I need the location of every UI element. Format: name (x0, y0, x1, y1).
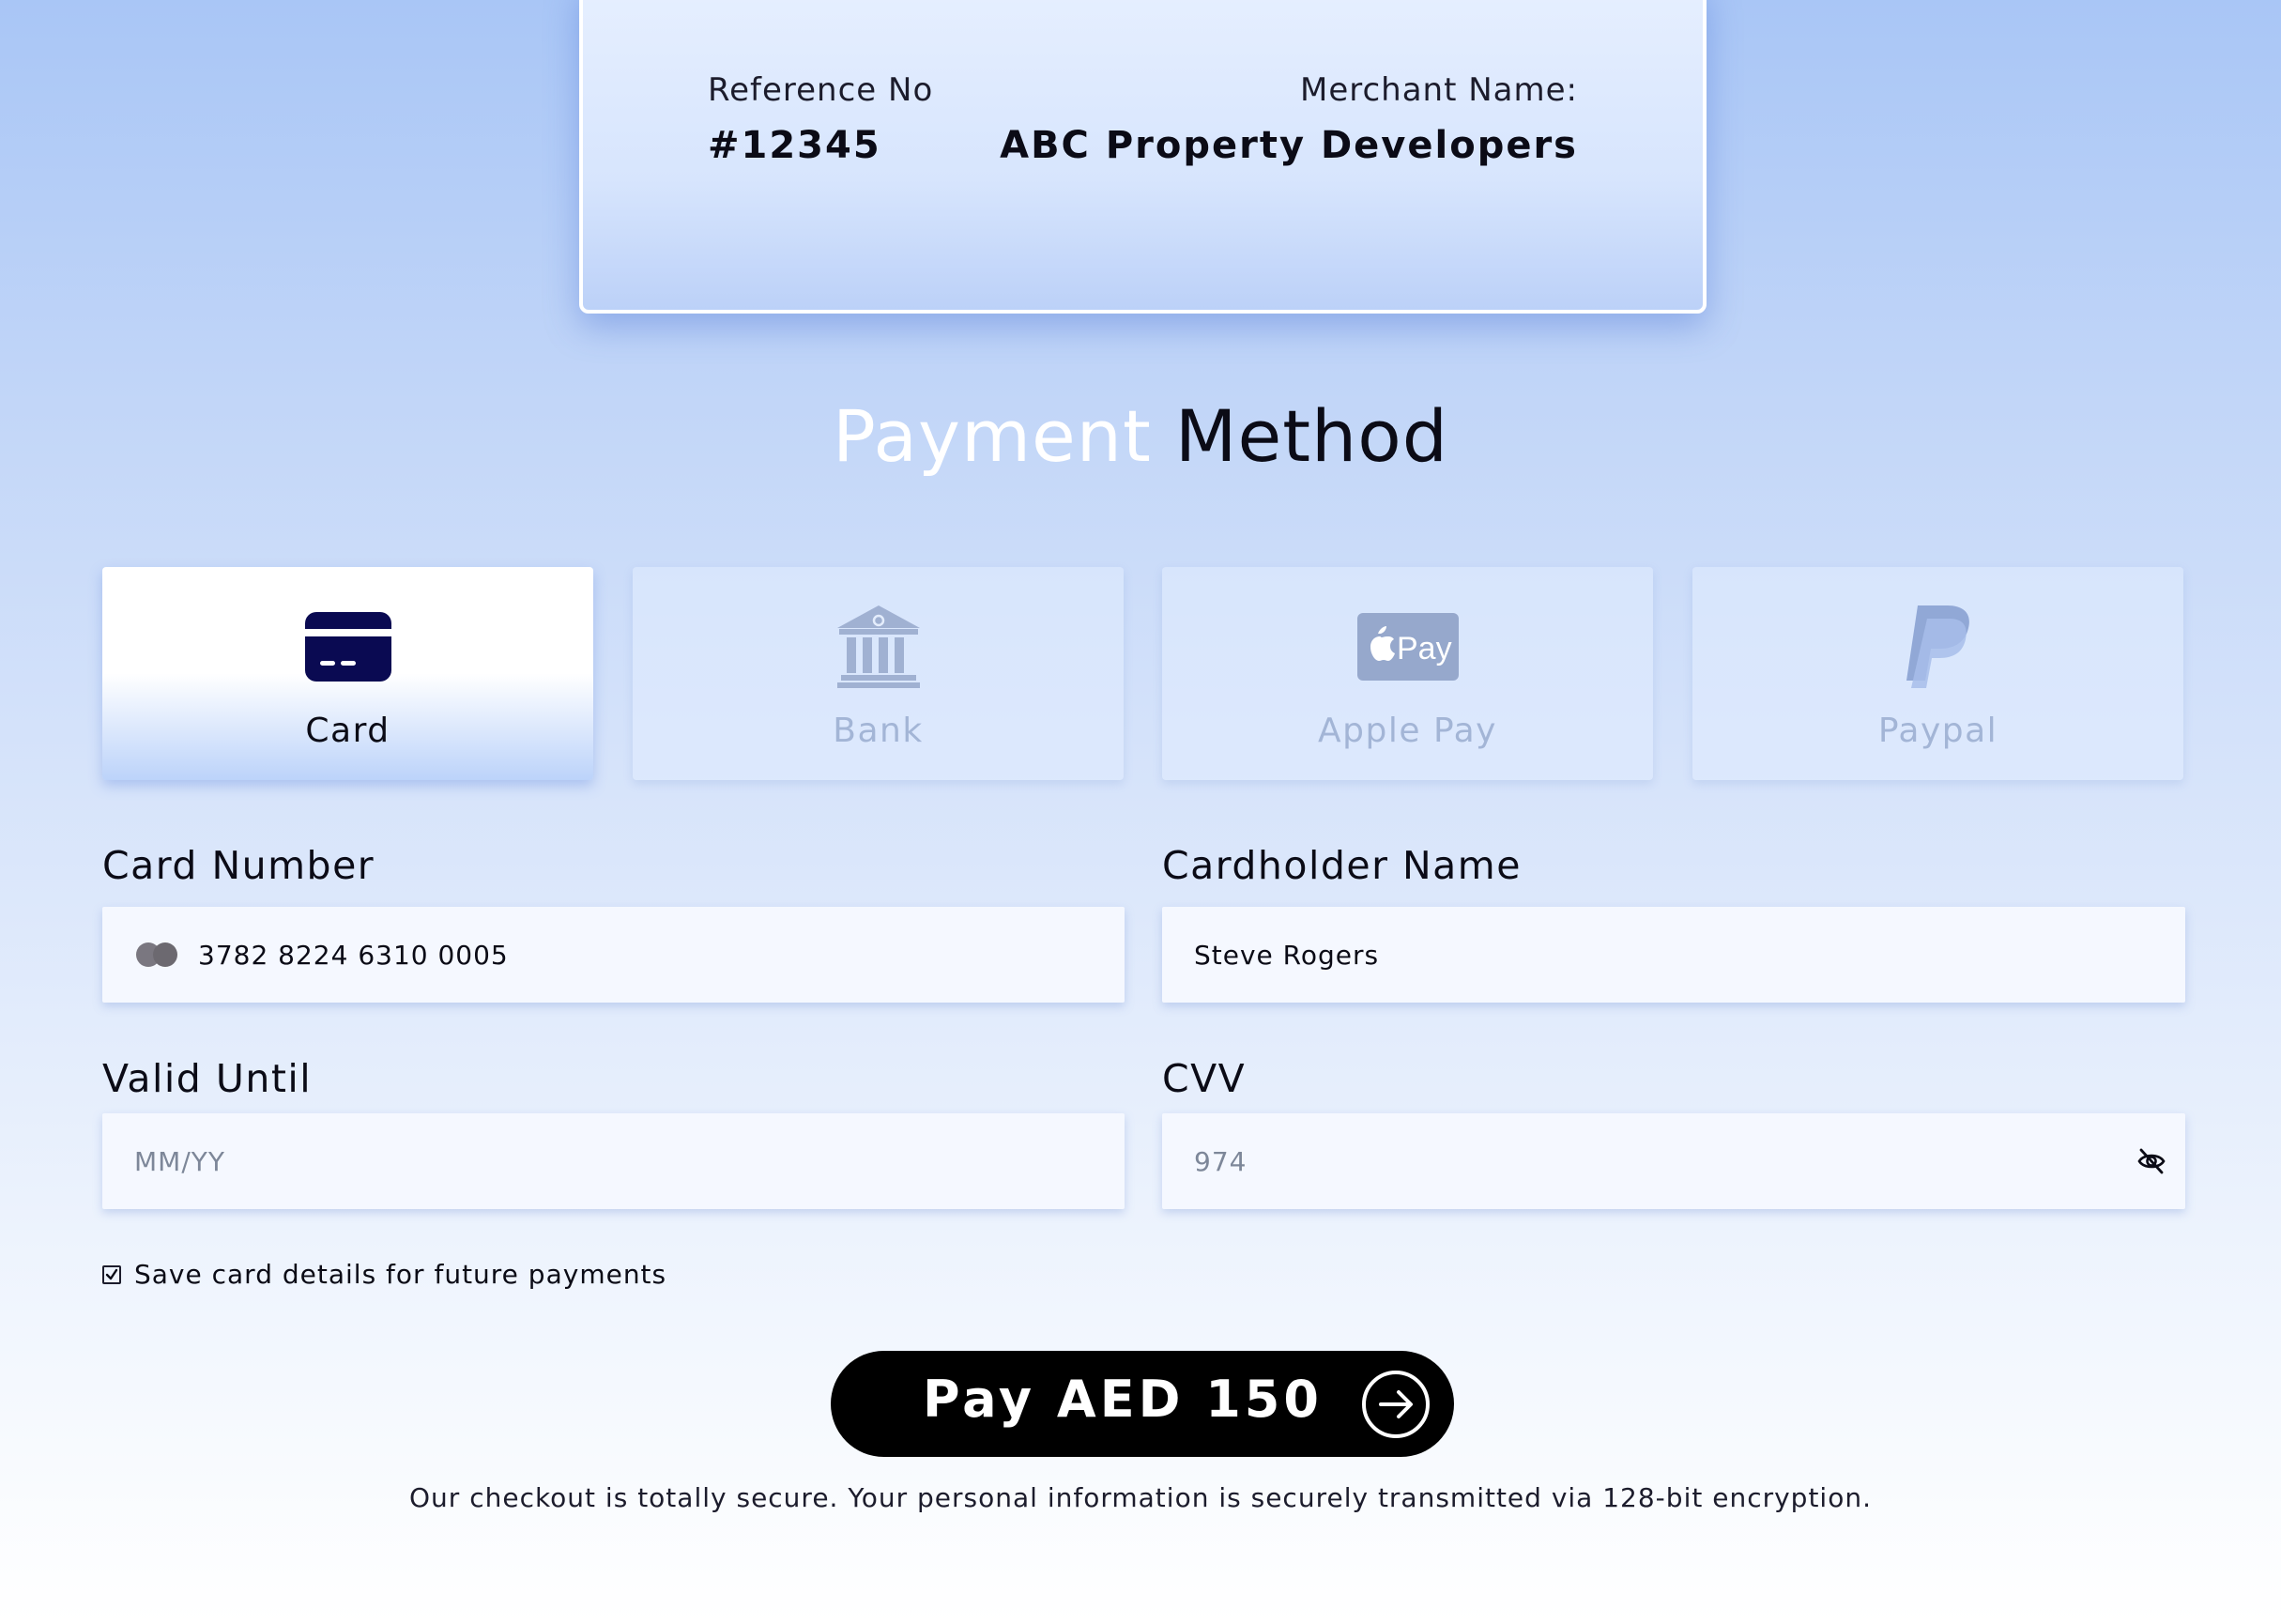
arrow-right-circle-icon (1362, 1371, 1430, 1438)
security-note: Our checkout is totally secure. Your per… (409, 1482, 1872, 1513)
cardholder-name-value: Steve Rogers (1194, 939, 1380, 971)
reference-label: Reference No (708, 71, 934, 109)
cvv-field[interactable]: 974 (1162, 1113, 2185, 1209)
payment-method-label: Apple Pay (1318, 712, 1497, 750)
page-title-light: Payment (833, 394, 1152, 478)
bank-icon (633, 605, 1124, 689)
merchant-name-value: ABC Property Developers (1000, 124, 1578, 167)
card-brand-icon (136, 942, 177, 967)
page-title: Payment Method (0, 394, 2281, 478)
merchant-name-label: Merchant Name: (1299, 71, 1578, 109)
paypal-icon (1692, 605, 2183, 689)
credit-card-icon (102, 605, 593, 689)
payment-method-label: Paypal (1877, 712, 1998, 750)
card-number-label: Card Number (102, 843, 375, 888)
apple-pay-icon: Pay (1162, 605, 1653, 689)
valid-until-placeholder: MM/YY (134, 1145, 225, 1177)
svg-text:Pay: Pay (1397, 631, 1452, 666)
payment-method-card[interactable]: Card (102, 567, 593, 780)
cvv-value: 974 (1194, 1145, 1248, 1177)
merchant-info-card: Reference No #12345 Merchant Name: ABC P… (579, 0, 1707, 314)
pay-button-label: Pay AED 150 (923, 1370, 1323, 1429)
payment-method-apple-pay[interactable]: Pay Apple Pay (1162, 567, 1653, 780)
payment-method-paypal[interactable]: Paypal (1692, 567, 2183, 780)
payment-method-label: Card (305, 712, 390, 750)
payment-method-bank[interactable]: Bank (633, 567, 1124, 780)
cvv-label: CVV (1162, 1056, 1247, 1101)
cardholder-name-label: Cardholder Name (1162, 843, 1522, 888)
card-number-value: 3782 8224 6310 0005 (198, 939, 509, 971)
card-number-field[interactable]: 3782 8224 6310 0005 (102, 907, 1125, 1003)
page-title-dark: Method (1174, 394, 1448, 478)
save-card-checkbox[interactable] (102, 1264, 121, 1284)
eye-off-icon[interactable] (2135, 1144, 2168, 1178)
valid-until-field[interactable]: MM/YY (102, 1113, 1125, 1209)
save-card-option[interactable]: Save card details for future payments (102, 1259, 666, 1290)
valid-until-label: Valid Until (102, 1056, 313, 1101)
cardholder-name-field[interactable]: Steve Rogers (1162, 907, 2185, 1003)
save-card-label: Save card details for future payments (134, 1259, 667, 1290)
payment-method-label: Bank (833, 712, 924, 750)
reference-value: #12345 (708, 124, 881, 167)
pay-button[interactable]: Pay AED 150 (831, 1351, 1454, 1457)
